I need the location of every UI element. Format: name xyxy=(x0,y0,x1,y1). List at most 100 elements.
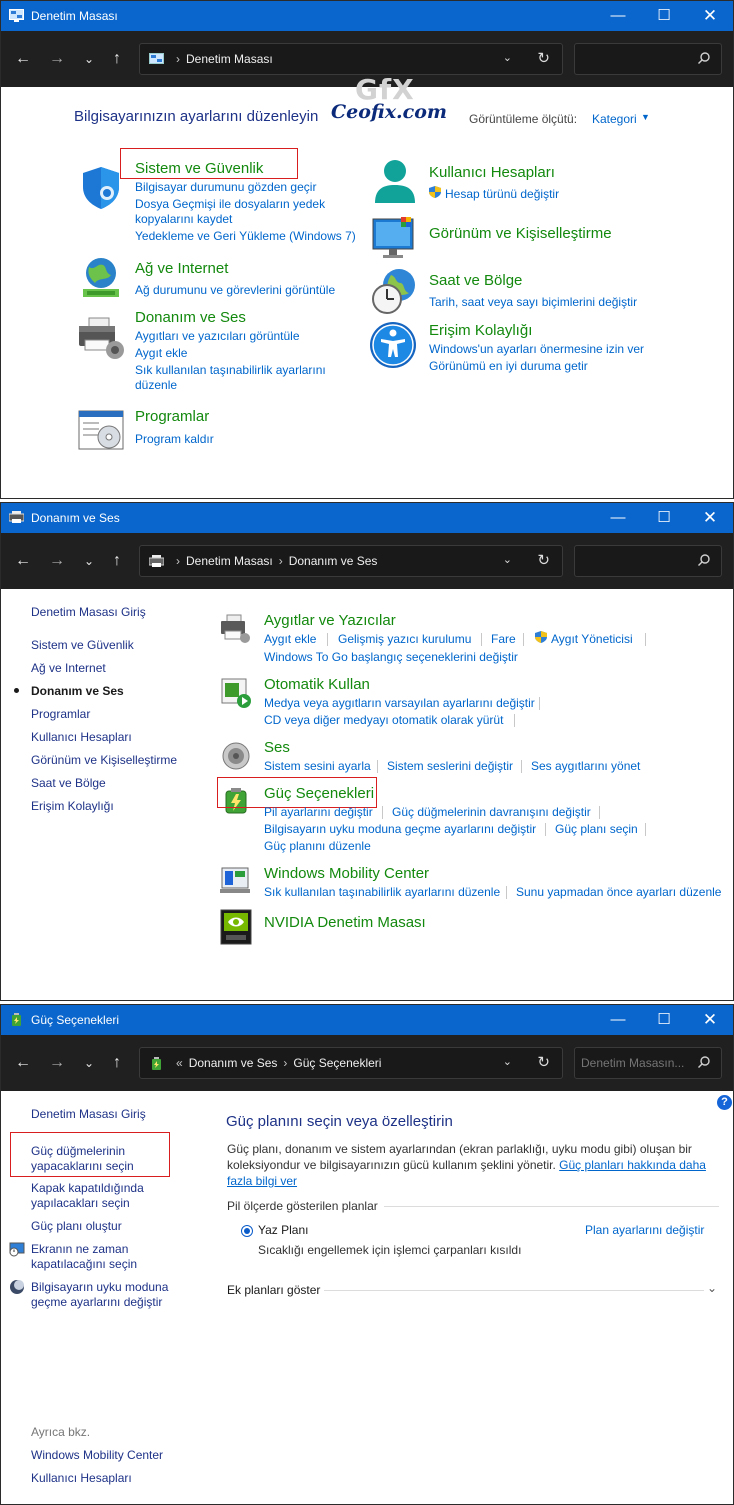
category-ease-of-access[interactable]: Erişim Kolaylığı xyxy=(429,322,532,339)
monitor-icon[interactable] xyxy=(371,213,419,261)
sidebar-item-lid-close-2[interactable]: yapılacakları seçin xyxy=(31,1196,130,1210)
category-user-accounts[interactable]: Kullanıcı Hesapları xyxy=(429,164,555,181)
back-arrow-icon[interactable]: ← xyxy=(13,49,33,69)
sidebar-item-clock-region[interactable]: Saat ve Bölge xyxy=(31,776,106,790)
search-box[interactable] xyxy=(574,43,722,75)
link-mobility-settings[interactable]: Sık kullanılan taşınabilirlik ayarlarını xyxy=(135,363,326,377)
address-dropdown-icon[interactable]: ⌄ xyxy=(503,51,512,64)
search-box[interactable] xyxy=(574,1047,722,1079)
link-manage-audio-devices[interactable]: Ses aygıtlarını yönet xyxy=(531,759,640,773)
up-arrow-icon[interactable]: ↑ xyxy=(107,1053,127,1073)
view-by-dropdown[interactable]: Kategori xyxy=(592,112,637,126)
link-change-system-sounds[interactable]: Sistem seslerini değiştir xyxy=(387,759,513,773)
breadcrumb-item[interactable]: Denetim Masası xyxy=(186,554,273,568)
refresh-icon[interactable]: ↻ xyxy=(537,1053,550,1071)
search-icon[interactable] xyxy=(697,51,711,65)
network-globe-icon[interactable] xyxy=(77,255,125,303)
breadcrumb-item[interactable]: Donanım ve Ses xyxy=(289,554,378,568)
sidebar-item-system-security[interactable]: Sistem ve Güvenlik xyxy=(31,638,134,652)
user-icon[interactable] xyxy=(371,157,419,205)
recent-locations-chevron-icon[interactable]: ⌄ xyxy=(79,551,99,571)
address-bar[interactable]: « Donanım ve Ses › Güç Seçenekleri ⌄ ↻ xyxy=(139,1047,563,1079)
link-windows-to-go[interactable]: Windows To Go başlangıç seçeneklerini de… xyxy=(264,650,518,664)
see-also-mobility-center[interactable]: Windows Mobility Center xyxy=(31,1448,163,1462)
accessibility-icon[interactable] xyxy=(369,321,417,369)
sidebar-item-appearance[interactable]: Görünüm ve Kişiselleştirme xyxy=(31,753,177,767)
breadcrumb-item[interactable]: Donanım ve Ses xyxy=(189,1056,278,1070)
link-file-history[interactable]: Dosya Geçmişi ile dosyaların yedek xyxy=(135,197,325,211)
link-edit-power-plan[interactable]: Güç planını düzenle xyxy=(264,839,371,853)
sidebar-item-user-accounts[interactable]: Kullanıcı Hesapları xyxy=(31,730,132,744)
see-also-user-accounts[interactable]: Kullanıcı Hesapları xyxy=(31,1471,132,1485)
search-box[interactable] xyxy=(574,545,722,577)
category-hardware-sound[interactable]: Donanım ve Ses xyxy=(135,309,246,326)
address-bar[interactable]: › Denetim Masası ⌄ ↻ xyxy=(139,43,563,75)
search-input[interactable] xyxy=(581,1054,693,1072)
link-add-device[interactable]: Aygıt ekle xyxy=(135,346,187,360)
sidebar-item-sleep-settings[interactable]: Bilgisayarın uyku moduna xyxy=(31,1280,168,1294)
sidebar-item-control-panel-home[interactable]: Denetim Masası Giriş xyxy=(31,1107,146,1121)
view-by-chevron-icon[interactable]: ▼ xyxy=(641,112,650,122)
maximize-button[interactable]: ☐ xyxy=(641,1,687,31)
refresh-icon[interactable]: ↻ xyxy=(537,551,550,569)
link-mouse[interactable]: Fare xyxy=(491,632,516,646)
devices-printers-icon[interactable] xyxy=(219,613,251,645)
section-sound[interactable]: Ses xyxy=(264,739,290,756)
link-mobility-settings-2[interactable]: düzenle xyxy=(135,378,177,392)
link-power-buttons[interactable]: Güç düğmelerinin davranışını değiştir xyxy=(392,805,591,819)
link-network-status[interactable]: Ağ durumunu ve görevlerini görüntüle xyxy=(135,283,335,297)
breadcrumb[interactable]: › Denetim Masası › Donanım ve Ses xyxy=(170,554,377,568)
sidebar-item-display-off[interactable]: Ekranın ne zaman xyxy=(31,1242,128,1256)
address-dropdown-icon[interactable]: ⌄ xyxy=(503,1055,512,1068)
minimize-button[interactable]: — xyxy=(595,1005,641,1035)
link-view-devices-printers[interactable]: Aygıtları ve yazıcıları görüntüle xyxy=(135,329,300,343)
sidebar-item-sleep-settings-2[interactable]: geçme ayarlarını değiştir xyxy=(31,1295,162,1309)
forward-arrow-icon[interactable]: → xyxy=(47,1053,67,1073)
section-mobility-center[interactable]: Windows Mobility Center xyxy=(264,865,429,882)
sidebar-item-lid-close[interactable]: Kapak kapatıldığında xyxy=(31,1181,144,1195)
sidebar-item-programs[interactable]: Programlar xyxy=(31,707,90,721)
link-uninstall-program[interactable]: Program kaldır xyxy=(135,432,214,446)
nvidia-icon[interactable] xyxy=(220,909,252,945)
forward-arrow-icon[interactable]: → xyxy=(47,49,67,69)
back-arrow-icon[interactable]: ← xyxy=(13,1053,33,1073)
link-advanced-printer-setup[interactable]: Gelişmiş yazıcı kurulumu xyxy=(338,632,471,646)
link-choose-power-plan[interactable]: Güç planı seçin xyxy=(555,822,638,836)
show-additional-plans[interactable]: Ek planları göster xyxy=(227,1283,320,1297)
sidebar-item-hardware-sound[interactable]: Donanım ve Ses xyxy=(31,684,124,698)
recent-locations-chevron-icon[interactable]: ⌄ xyxy=(79,1053,99,1073)
back-arrow-icon[interactable]: ← xyxy=(13,551,33,571)
link-optimize-display[interactable]: Görünümü en iyi duruma getir xyxy=(429,359,588,373)
link-change-account-type[interactable]: Hesap türünü değiştir xyxy=(445,187,559,201)
link-windows-suggest-settings[interactable]: Windows'un ayarları önermesine izin ver xyxy=(429,342,644,356)
link-backup-restore[interactable]: Yedekleme ve Geri Yükleme (Windows 7) xyxy=(135,229,356,243)
up-arrow-icon[interactable]: ↑ xyxy=(107,551,127,571)
maximize-button[interactable]: ☐ xyxy=(641,1005,687,1035)
close-button[interactable]: ✕ xyxy=(687,1005,733,1035)
section-nvidia[interactable]: NVIDIA Denetim Masası xyxy=(264,914,426,931)
address-dropdown-icon[interactable]: ⌄ xyxy=(503,553,512,566)
close-button[interactable]: ✕ xyxy=(687,503,733,533)
link-check-computer-status[interactable]: Bilgisayar durumunu gözden geçir xyxy=(135,180,316,194)
speaker-icon[interactable] xyxy=(221,741,251,771)
close-button[interactable]: ✕ xyxy=(687,1,733,31)
sidebar-item-network-internet[interactable]: Ağ ve Internet xyxy=(31,661,106,675)
forward-arrow-icon[interactable]: → xyxy=(47,551,67,571)
refresh-icon[interactable]: ↻ xyxy=(537,49,550,67)
section-autoplay[interactable]: Otomatik Kullan xyxy=(264,676,370,693)
recent-locations-chevron-icon[interactable]: ⌄ xyxy=(79,49,99,69)
link-adjust-volume[interactable]: Sistem sesini ayarla xyxy=(264,759,371,773)
link-date-time-formats[interactable]: Tarih, saat veya sayı biçimlerini değişt… xyxy=(429,295,637,309)
link-default-media-settings[interactable]: Medya veya aygıtların varsayılan ayarlar… xyxy=(264,696,535,710)
sidebar-item-ease-of-access[interactable]: Erişim Kolaylığı xyxy=(31,799,114,813)
search-icon[interactable] xyxy=(697,553,711,567)
up-arrow-icon[interactable]: ↑ xyxy=(107,49,127,69)
mobility-center-icon[interactable] xyxy=(220,865,252,897)
printer-icon[interactable] xyxy=(77,314,125,362)
plan-radio-button[interactable] xyxy=(241,1225,253,1237)
link-file-history-2[interactable]: kopyalarını kaydet xyxy=(135,212,232,226)
sidebar-item-create-plan[interactable]: Güç planı oluştur xyxy=(31,1219,122,1233)
help-icon[interactable]: ? xyxy=(717,1095,732,1110)
minimize-button[interactable]: — xyxy=(595,1,641,31)
clock-globe-icon[interactable] xyxy=(371,267,419,315)
